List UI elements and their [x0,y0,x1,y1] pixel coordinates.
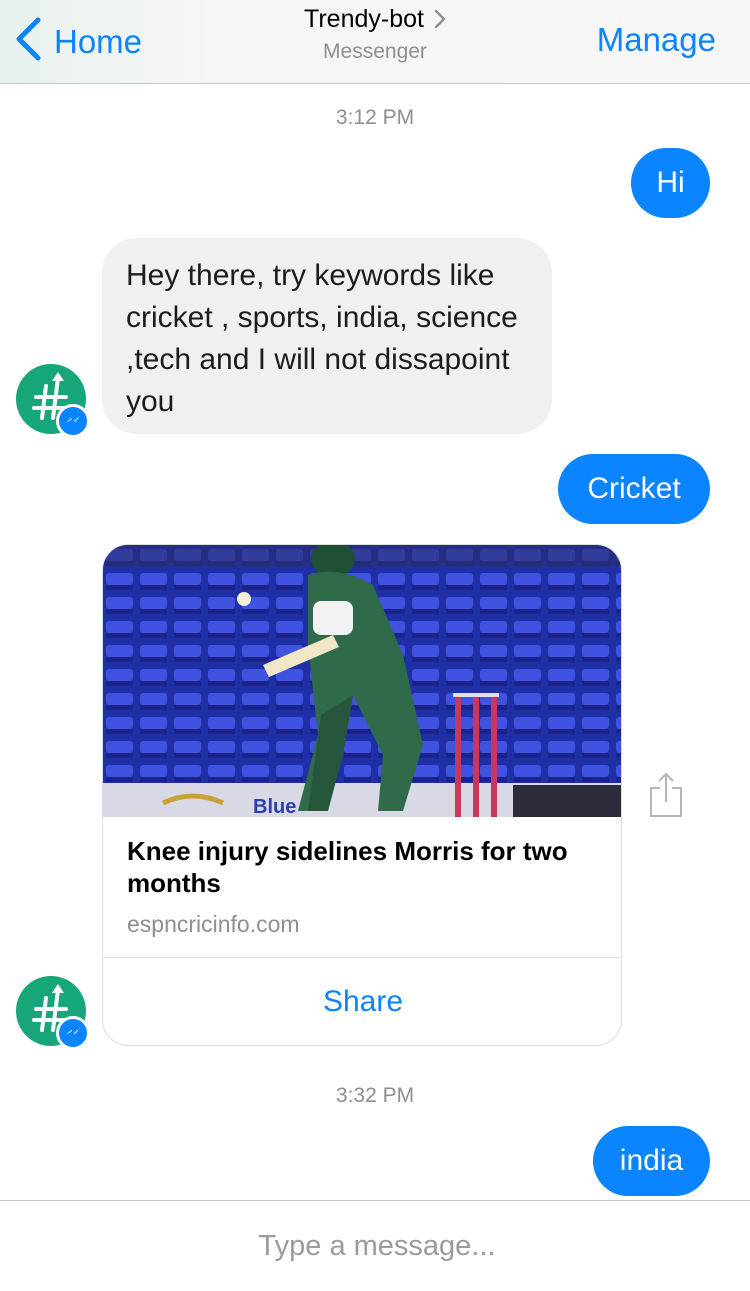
share-icon[interactable] [648,770,684,818]
conversation-title: Trendy-bot [304,5,424,33]
link-preview-title: Knee injury sidelines Morris for two mon… [127,836,568,898]
nav-header: Home Trendy-bot Messenger Manage [0,0,750,84]
chevron-left-icon [14,17,42,66]
link-preview-source: espncricinfo.com [127,911,300,937]
bot-avatar[interactable] [16,364,90,438]
svg-text:Blue: Blue [253,796,296,817]
manage-button[interactable]: Manage [597,18,716,62]
messenger-icon [56,404,90,438]
timestamp: 3:12 PM [335,106,415,129]
outgoing-message[interactable]: india [593,1126,710,1196]
back-button[interactable]: Home [14,17,142,66]
outgoing-message[interactable]: Cricket [558,454,710,524]
share-button[interactable]: Share [103,958,621,1045]
conversation-subtitle: Messenger [323,40,427,63]
link-preview-card[interactable]: Blue Knee injury sidelines Morris for tw… [102,544,622,1046]
message-composer [0,1200,750,1291]
timestamp: 3:32 PM [335,1084,415,1107]
incoming-message[interactable]: Hey there, try keywords like cricket , s… [102,238,552,434]
bot-avatar[interactable] [16,976,90,1050]
conversation-title-button[interactable]: Trendy-bot Messenger [200,4,550,65]
cricket-batsman-photo[interactable]: Blue [103,545,621,818]
message-input[interactable] [0,1201,750,1291]
back-label: Home [54,22,143,60]
messenger-icon [56,1016,90,1050]
chevron-right-icon [434,9,446,29]
outgoing-message[interactable]: Hi [631,148,710,218]
link-preview-body[interactable]: Knee injury sidelines Morris for two mon… [103,817,621,958]
